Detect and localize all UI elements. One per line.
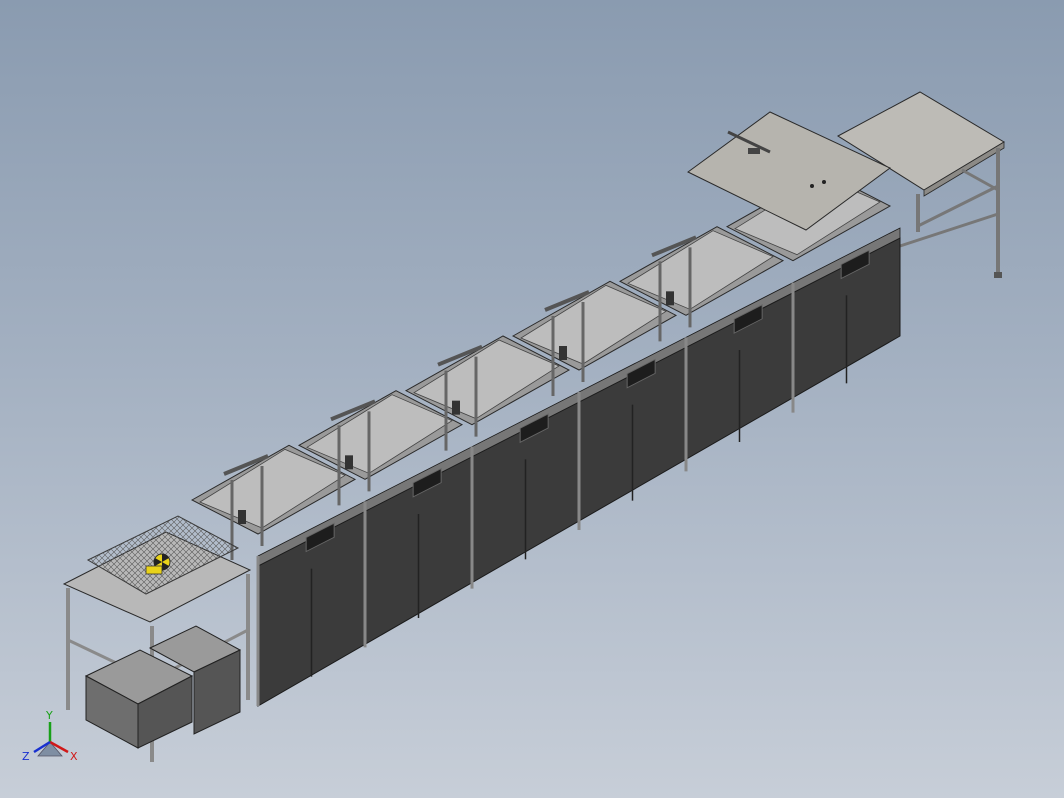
tank-interior — [413, 339, 560, 420]
3d-viewport[interactable]: Y X Z — [0, 0, 1064, 798]
tank-interior — [306, 394, 453, 474]
loading-frame — [62, 515, 252, 762]
tank-interior — [520, 284, 667, 365]
lifter-motor — [559, 346, 567, 360]
y-axis-label: Y — [45, 709, 53, 722]
orientation-triad: Y X Z — [22, 709, 78, 763]
lifter-motor — [345, 455, 353, 470]
cad-model-canvas[interactable]: Y X Z — [0, 0, 1064, 798]
tank-interior — [627, 230, 774, 310]
z-axis-label: Z — [22, 750, 30, 763]
lifter-motor — [666, 291, 674, 306]
lifter-motor — [238, 510, 246, 524]
x-axis-label: X — [70, 750, 78, 763]
lifter-motor — [452, 400, 460, 415]
tank-interior — [199, 448, 346, 529]
